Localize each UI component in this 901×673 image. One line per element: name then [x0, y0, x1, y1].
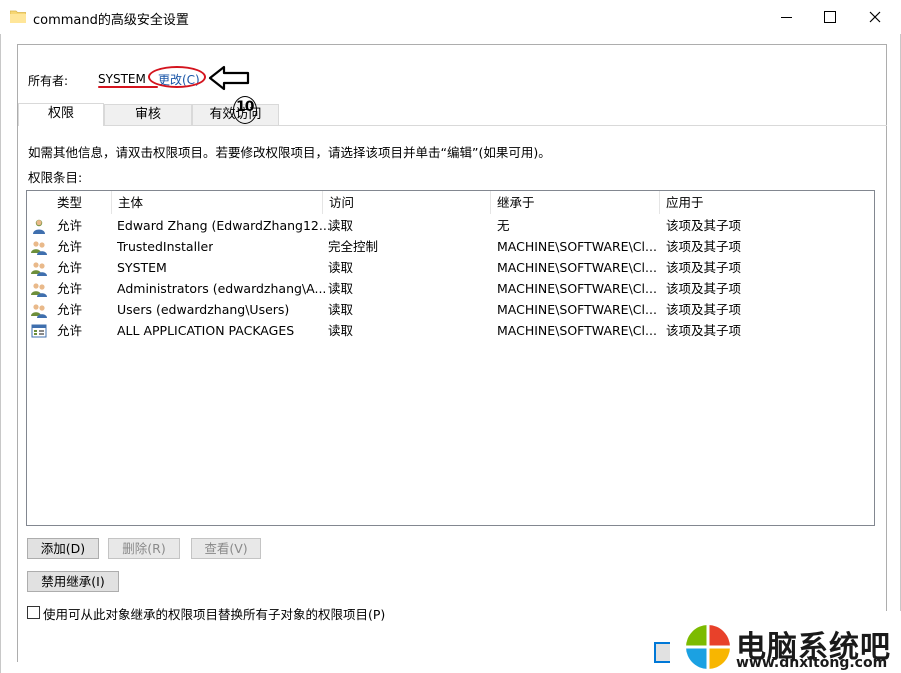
watermark: 电脑系统吧 www.dnxitong.com — [670, 611, 901, 673]
view-button[interactable]: 查看(V) — [191, 538, 261, 559]
cell-type: 允许 — [57, 323, 83, 338]
owner-label: 所有者: — [28, 74, 69, 88]
title-bar: command的高级安全设置 — [0, 0, 901, 34]
annotation-underline — [98, 86, 158, 88]
cell-principal: TrustedInstaller — [117, 239, 214, 254]
cell-principal: ALL APPLICATION PACKAGES — [117, 323, 295, 338]
cell-type: 允许 — [57, 260, 83, 275]
tab-permissions[interactable]: 权限 — [18, 103, 104, 126]
annotation-ellipse — [148, 66, 206, 88]
cell-type: 允许 — [57, 218, 83, 233]
annotation-number: 10 — [236, 99, 255, 115]
cell-principal: SYSTEM — [117, 260, 167, 275]
cell-access: 读取 — [328, 323, 354, 338]
minimize-icon[interactable] — [763, 0, 809, 34]
annotation-arrow-icon — [208, 65, 250, 91]
cell-inherited-from: 无 — [497, 218, 510, 233]
owner-value: SYSTEM — [98, 72, 146, 86]
windows-logo-icon — [684, 623, 732, 671]
table-row[interactable]: 允许 Users (edwardzhang\Users) 读取 MACHINE\SOF… — [27, 299, 874, 320]
cell-type: 允许 — [57, 302, 83, 317]
cell-inherited-from: MACHINE\SOFTWARE\Cl... — [497, 281, 657, 296]
cell-applies-to: 该项及其子项 — [666, 302, 742, 317]
maximize-icon[interactable] — [807, 0, 853, 34]
remove-button[interactable]: 删除(R) — [108, 538, 180, 559]
cell-access: 读取 — [328, 218, 354, 233]
permission-entries-list[interactable]: 类型 主体 访问 继承于 应用于 允许 Edward Zhang (EdwardZ… — [26, 190, 875, 526]
tab-divider — [104, 125, 887, 126]
cell-applies-to: 该项及其子项 — [666, 281, 742, 296]
close-icon[interactable] — [852, 0, 898, 34]
column-header-type[interactable]: 类型 — [51, 191, 112, 214]
cell-applies-to: 该项及其子项 — [666, 323, 742, 338]
permission-entries-label: 权限条目: — [28, 170, 83, 185]
folder-icon — [10, 10, 26, 23]
table-row[interactable]: 允许 TrustedInstaller 完全控制 MACHINE\SOFTWARE\C… — [27, 236, 874, 257]
cell-applies-to: 该项及其子项 — [666, 218, 742, 233]
group-icon — [31, 239, 47, 255]
app-packages-icon — [31, 323, 47, 339]
group-icon — [31, 302, 47, 318]
tab-auditing[interactable]: 审核 — [104, 104, 192, 125]
group-icon — [31, 260, 47, 276]
cell-inherited-from: MACHINE\SOFTWARE\Cl... — [497, 302, 657, 317]
cell-access: 读取 — [328, 302, 354, 317]
column-header-applies-to[interactable]: 应用于 — [660, 191, 874, 214]
cell-principal: Edward Zhang (EdwardZhang12... — [117, 218, 331, 233]
add-button[interactable]: 添加(D) — [27, 538, 99, 559]
cell-applies-to: 该项及其子项 — [666, 260, 742, 275]
window-title: command的高级安全设置 — [33, 13, 189, 28]
watermark-url: www.dnxitong.com — [736, 655, 888, 671]
column-header-principal[interactable]: 主体 — [112, 191, 323, 214]
cell-inherited-from: MACHINE\SOFTWARE\Cl... — [497, 260, 657, 275]
cell-inherited-from: MACHINE\SOFTWARE\Cl... — [497, 239, 657, 254]
group-icon — [31, 281, 47, 297]
table-row[interactable]: 允许 SYSTEM 读取 MACHINE\SOFTWARE\Cl... 该项及其子项 — [27, 257, 874, 278]
column-header-inherited-from[interactable]: 继承于 — [491, 191, 660, 214]
cell-principal: Administrators (edwardzhang\A... — [117, 281, 327, 296]
user-icon — [31, 218, 47, 234]
info-text: 如需其他信息，请双击权限项目。若要修改权限项目，请选择该项目并单击“编辑”(如果… — [28, 145, 551, 160]
replace-child-permissions-checkbox[interactable] — [27, 606, 40, 619]
cell-inherited-from: MACHINE\SOFTWARE\Cl... — [497, 323, 657, 338]
table-row[interactable]: 允许 Administrators (edwardzhang\A... 读取 MACH… — [27, 278, 874, 299]
table-row[interactable]: 允许 Edward Zhang (EdwardZhang12... 读取 无 该项及其子… — [27, 215, 874, 236]
cell-access: 读取 — [328, 281, 354, 296]
disable-inheritance-button[interactable]: 禁用继承(I) — [27, 571, 119, 592]
table-row[interactable]: 允许 ALL APPLICATION PACKAGES 读取 MACHINE\SOFT… — [27, 320, 874, 341]
cell-applies-to: 该项及其子项 — [666, 239, 742, 254]
cell-access: 读取 — [328, 260, 354, 275]
cell-type: 允许 — [57, 239, 83, 254]
replace-child-permissions-label: 使用可从此对象继承的权限项目替换所有子对象的权限项目(P) — [43, 607, 386, 622]
cell-access: 完全控制 — [328, 239, 379, 254]
column-header-access[interactable]: 访问 — [323, 191, 491, 214]
cell-type: 允许 — [57, 281, 83, 296]
cell-principal: Users (edwardzhang\Users) — [117, 302, 290, 317]
